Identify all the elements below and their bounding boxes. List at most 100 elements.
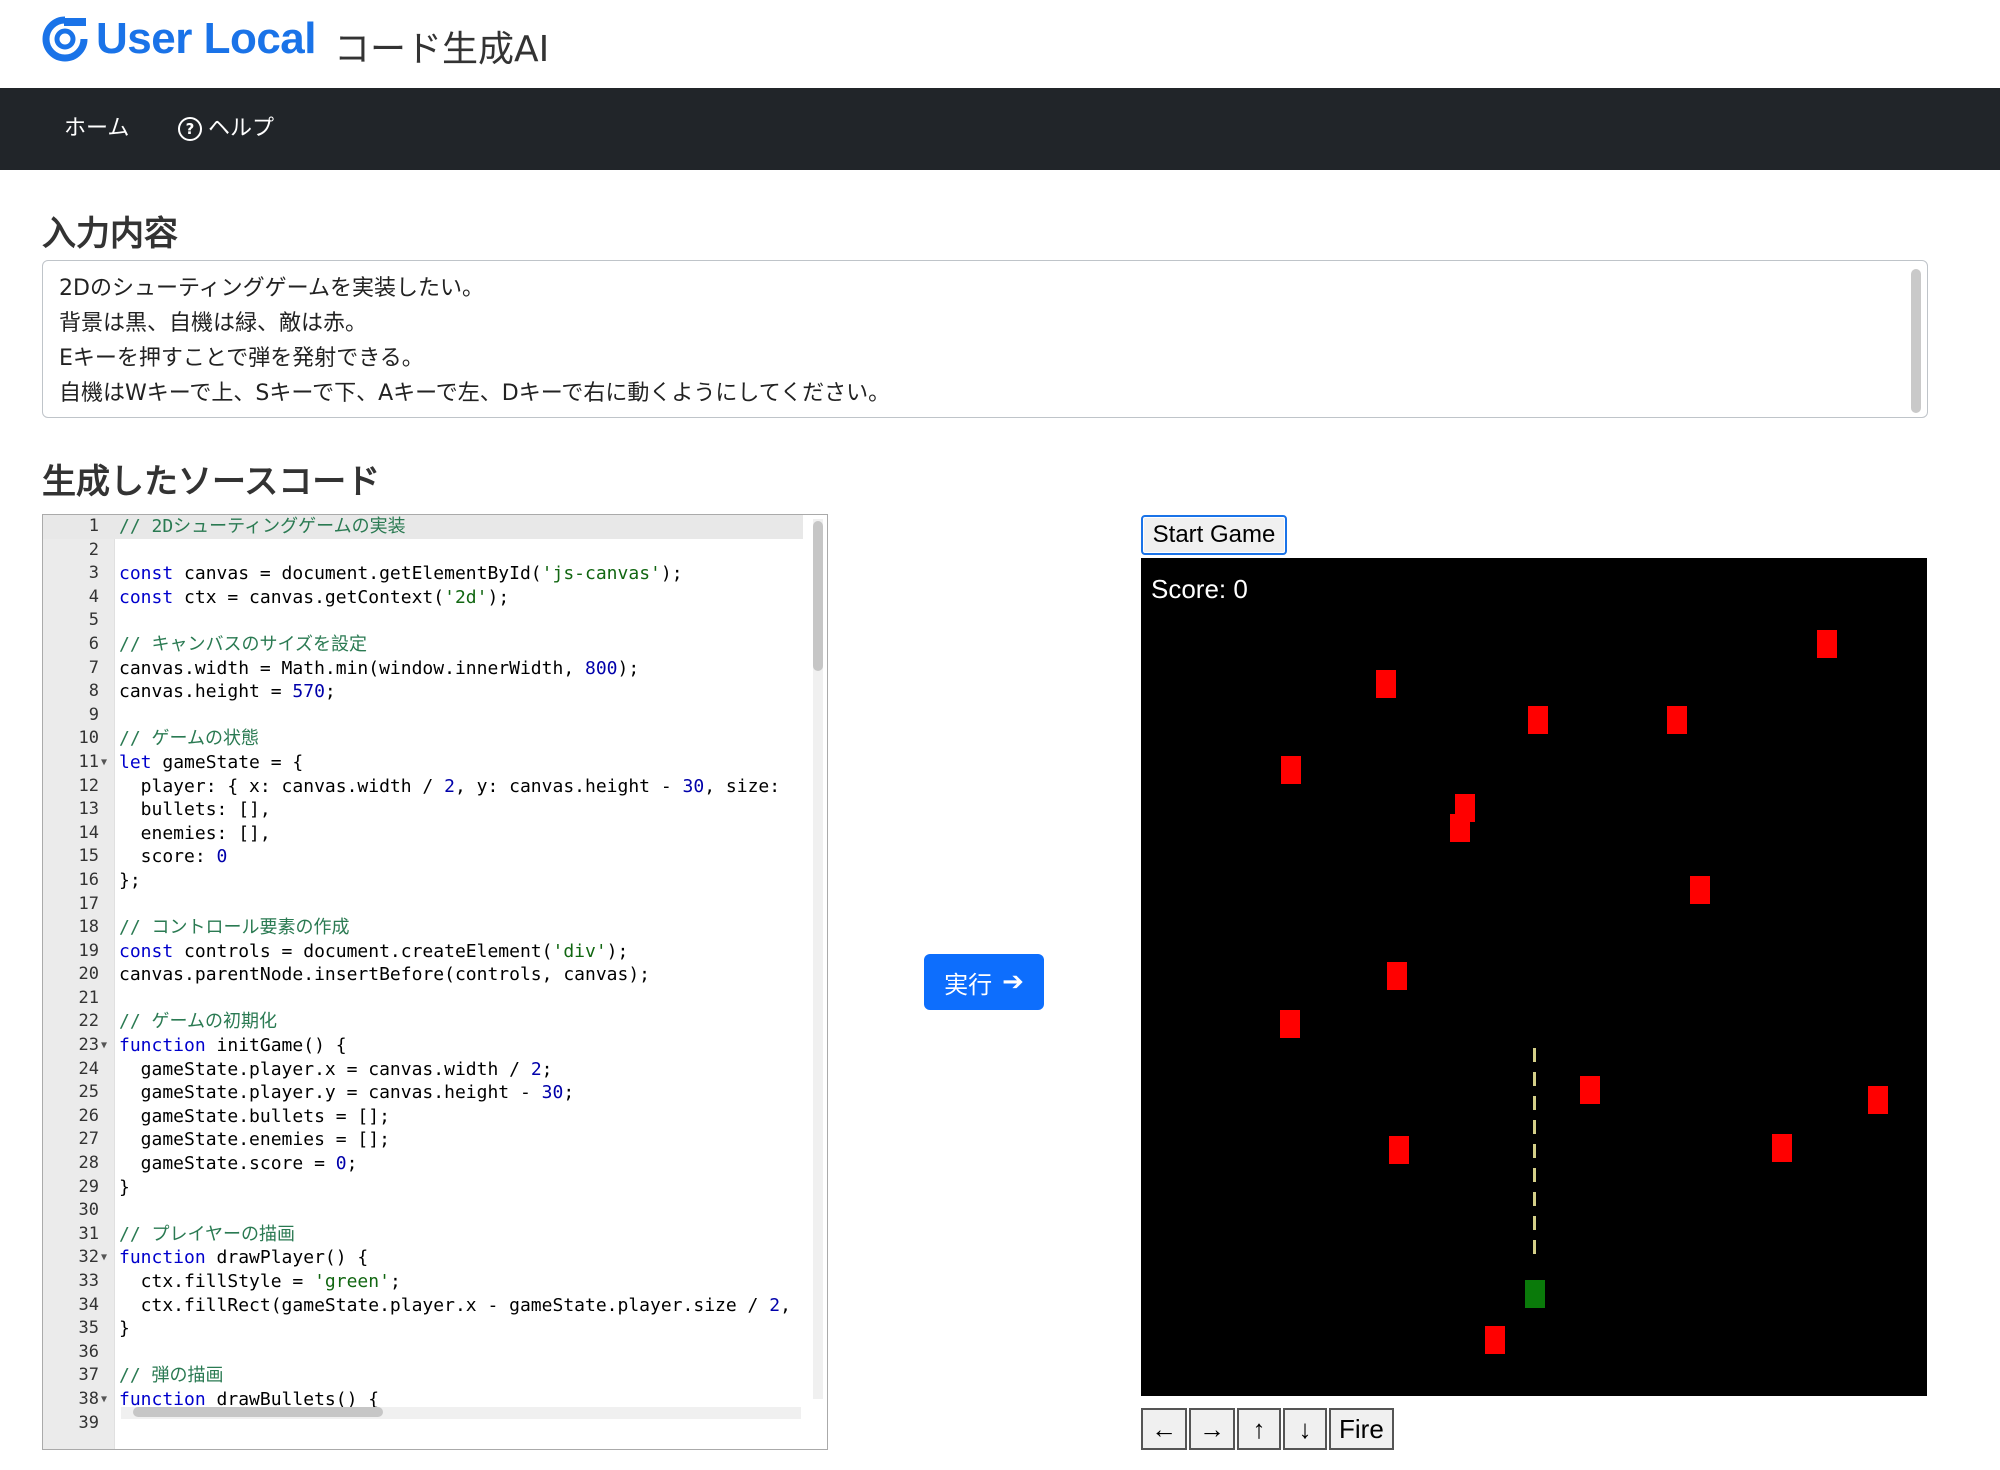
prompt-line: 背景は黒、自機は緑、敵は赤。 [59,311,368,336]
enemy-sprite [1387,962,1407,990]
prompt-line: 自機はWキーで上、Sキーで下、Aキーで左、Dキーで右に動くようにしてください。 [59,381,891,406]
code-line: 23 ▼ function initGame() { [43,1034,803,1058]
code-text: const ctx = canvas.getContext('2d'); [119,586,510,608]
code-line: 5 [43,609,803,633]
bullet-sprite [1533,1240,1536,1254]
code-text: gameState.bullets = []; [119,1105,390,1127]
line-number: 17 [78,893,99,914]
fold-toggle-icon[interactable]: ▼ [101,1388,107,1412]
code-text: // ゲームの初期化 [119,1011,277,1033]
code-text: score: 0 [119,846,228,868]
line-number: 9 [88,704,99,725]
nav-help-label: ヘルプ [208,116,275,141]
enemy-sprite [1772,1134,1792,1162]
line-number: 1 [88,516,99,536]
up-button[interactable]: ↑ [1237,1408,1281,1450]
code-line: 37 // 弾の描画 [43,1364,803,1388]
down-button[interactable]: ↓ [1283,1408,1327,1450]
code-text: // ゲームの状態 [119,728,259,750]
fold-toggle-icon[interactable]: ▼ [101,1246,107,1270]
code-line: 24 gameState.player.x = canvas.width / 2… [43,1058,803,1082]
code-text: } [119,1318,130,1340]
line-number: 23 [78,1035,99,1056]
enemy-sprite [1667,706,1687,734]
line-number: 4 [88,586,99,607]
run-button-label: 実行 [944,970,993,999]
prompt-line: 2Dのシューティングゲームを実装したい。 [59,276,484,301]
bullet-sprite [1533,1096,1536,1110]
code-line: 14 enemies: [], [43,822,803,846]
line-number: 3 [88,563,99,584]
logo-text: User Local [96,14,316,63]
game-canvas[interactable]: Score: 0 [1141,558,1927,1396]
line-number: 20 [78,964,99,985]
fold-toggle-icon[interactable]: ▼ [101,751,107,775]
question-circle-icon: ? [178,117,202,141]
line-number: 31 [78,1223,99,1244]
nav-home-label: ホーム [64,116,130,141]
code-text: } [119,1176,130,1198]
code-line: 22 // ゲームの初期化 [43,1010,803,1034]
code-text: canvas.width = Math.min(window.innerWidt… [119,657,640,679]
arrow-right-icon: ➔ [1002,967,1024,997]
enemy-sprite [1376,670,1396,698]
start-game-button[interactable]: Start Game [1141,515,1287,555]
line-number: 14 [78,822,99,843]
code-line: 12 player: { x: canvas.width / 2, y: can… [43,775,803,799]
line-number: 19 [78,940,99,961]
line-number: 8 [88,681,99,702]
nav-home-link[interactable]: ホーム [64,88,129,170]
line-number: 18 [78,917,99,938]
code-line: 31 // プレイヤーの描画 [43,1223,803,1247]
line-number: 37 [78,1365,99,1386]
code-text: const controls = document.createElement(… [119,940,629,962]
line-number: 32 [78,1247,99,1268]
code-line: 2 [43,539,803,563]
line-number: 5 [88,610,99,631]
bullet-sprite [1533,1192,1536,1206]
enemy-sprite [1580,1076,1600,1104]
code-line: 16}; [43,869,803,893]
bullet-sprite [1533,1168,1536,1182]
code-text: gameState.score = 0; [119,1153,358,1175]
enemy-sprite [1281,756,1301,784]
code-line: 27 gameState.enemies = []; [43,1128,803,1152]
line-number: 26 [78,1105,99,1126]
code-line: 33 ctx.fillStyle = 'green'; [43,1270,803,1294]
fire-button[interactable]: Fire [1329,1408,1394,1450]
nav-help-link[interactable]: ? ヘルプ [178,88,274,170]
input-heading: 入力内容 [42,214,178,254]
left-button[interactable]: ← [1141,1408,1187,1450]
code-text: player: { x: canvas.width / 2, y: canvas… [119,775,781,797]
code-editor[interactable]: 1// 2Dシューティングゲームの実装 2 3 const canvas = docu… [42,514,828,1450]
app-title: コード生成AI [334,29,550,70]
logo[interactable]: User Local [40,14,316,64]
code-text: canvas.height = 570; [119,681,336,703]
code-line: 21 [43,987,803,1011]
code-line: 8 canvas.height = 570; [43,680,803,704]
prompt-textarea[interactable]: 2Dのシューティングゲームを実装したい。 背景は黒、自機は緑、敵は赤。 Eキーを… [42,260,1928,418]
run-button[interactable]: 実行 ➔ [924,954,1044,1010]
editor-vertical-scroll-thumb[interactable] [813,521,823,671]
fold-toggle-icon[interactable]: ▼ [101,1034,107,1058]
code-line: 11 ▼ let gameState = { [43,751,803,775]
editor-horizontal-scroll-thumb[interactable] [133,1407,383,1417]
code-line: 35} [43,1317,803,1341]
line-number: 10 [78,728,99,749]
player-sprite [1525,1280,1545,1308]
code-text: // キャンバスのサイズを設定 [119,633,367,655]
right-button[interactable]: → [1189,1408,1235,1450]
code-text: gameState.player.x = canvas.width / 2; [119,1058,553,1080]
line-number: 6 [88,633,99,654]
code-line: 1 // 2Dシューティングゲームの実装 [43,515,803,539]
textarea-scrollbar[interactable] [1911,269,1921,413]
code-line: 25 gameState.player.y = canvas.height - … [43,1081,803,1105]
code-line: 28 gameState.score = 0; [43,1152,803,1176]
line-number: 35 [78,1318,99,1339]
line-number: 22 [78,1011,99,1032]
code-line: 9 [43,704,803,728]
bullet-sprite [1533,1216,1536,1230]
code-line: 17 [43,893,803,917]
bullet-sprite [1533,1072,1536,1086]
line-number: 25 [78,1082,99,1103]
